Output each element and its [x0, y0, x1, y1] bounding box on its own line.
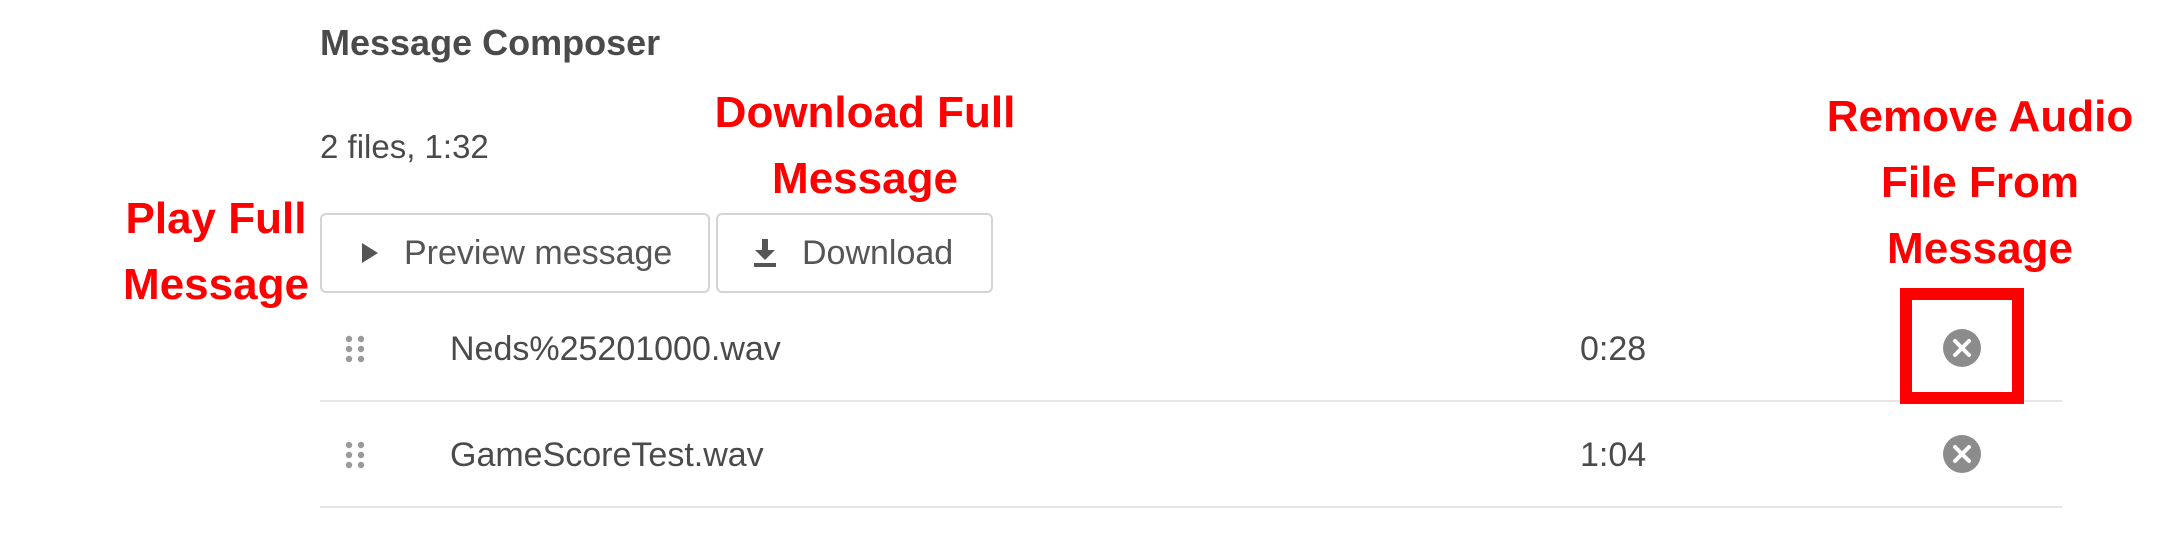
drag-handle-icon[interactable]	[344, 440, 366, 479]
file-name: Neds%25201000.wav	[450, 330, 781, 368]
remove-highlight-box	[1900, 288, 2024, 404]
annotation-download-full-message: Download Full Message	[690, 80, 1040, 212]
annotation-line: Remove Audio	[1826, 92, 2134, 141]
audio-file-list: Neds%25201000.wav 0:28 GameScoreTest.wav…	[320, 296, 2062, 508]
annotation-line: Message	[123, 260, 309, 309]
preview-message-label: Preview message	[404, 233, 673, 272]
preview-message-button[interactable]: Preview message	[320, 213, 710, 293]
annotation-line: File From	[1880, 158, 2080, 207]
download-label: Download	[802, 233, 954, 272]
message-composer-screen: Message Composer 2 files, 1:32 Preview m…	[0, 0, 2176, 550]
files-summary: 2 files, 1:32	[320, 128, 489, 165]
annotation-line: Play Full	[125, 194, 307, 243]
drag-handle-icon[interactable]	[344, 334, 366, 373]
annotation-line: Message	[1887, 224, 2073, 273]
file-name: GameScoreTest.wav	[450, 436, 764, 474]
play-icon	[362, 243, 378, 263]
annotation-play-full-message: Play Full Message	[118, 186, 314, 318]
download-icon	[754, 239, 776, 267]
annotation-line: Download Full	[714, 88, 1016, 137]
file-row: GameScoreTest.wav 1:04	[320, 402, 2062, 508]
annotation-remove-audio-file: Remove Audio File From Message	[1790, 84, 2170, 282]
download-button[interactable]: Download	[716, 213, 993, 293]
file-row: Neds%25201000.wav 0:28	[320, 296, 2062, 402]
remove-circle-icon[interactable]	[1942, 434, 1982, 483]
file-duration: 0:28	[1580, 330, 1647, 368]
file-duration: 1:04	[1580, 436, 1647, 474]
section-title: Message Composer	[320, 22, 661, 63]
annotation-line: Message	[772, 154, 958, 203]
